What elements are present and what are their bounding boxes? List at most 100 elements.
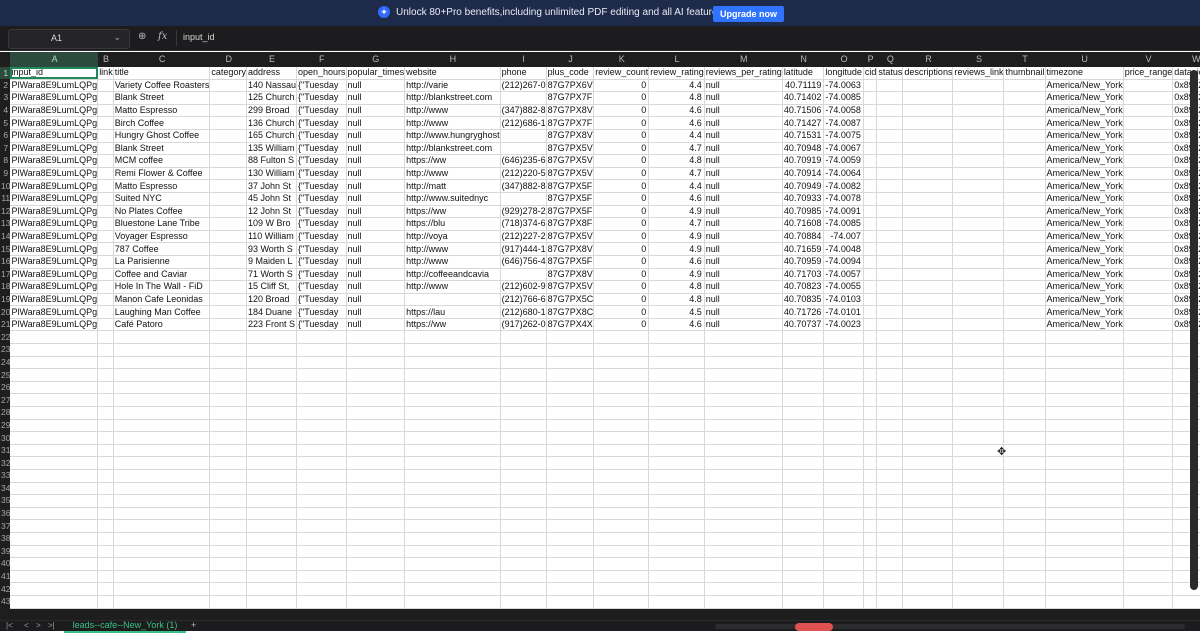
cell[interactable]: [952, 330, 1005, 345]
cell[interactable]: [823, 406, 864, 420]
cell[interactable]: [1003, 557, 1046, 571]
cell[interactable]: [593, 494, 650, 508]
row-header[interactable]: 42: [0, 582, 11, 596]
cell[interactable]: https://ww: [404, 318, 501, 332]
cell[interactable]: [246, 570, 298, 584]
cell[interactable]: [863, 444, 878, 458]
cell[interactable]: 40.70823: [782, 280, 825, 294]
cell[interactable]: [1045, 595, 1124, 609]
cell[interactable]: [97, 419, 114, 433]
cell[interactable]: [876, 104, 904, 118]
cell[interactable]: [823, 368, 864, 382]
cell[interactable]: [246, 393, 298, 408]
column-header[interactable]: R: [902, 52, 953, 67]
cell[interactable]: http://varie: [404, 79, 501, 93]
cell[interactable]: [902, 507, 954, 521]
cell[interactable]: [97, 116, 114, 130]
cell[interactable]: [593, 545, 650, 559]
cell[interactable]: [1003, 343, 1046, 357]
cell[interactable]: [296, 368, 347, 382]
cell[interactable]: [593, 469, 650, 483]
cell[interactable]: [246, 557, 298, 571]
cell[interactable]: [876, 456, 904, 470]
cell[interactable]: [404, 293, 501, 307]
cell[interactable]: [782, 330, 825, 345]
cell[interactable]: 45 John St: [246, 192, 298, 206]
column-header[interactable]: T: [1003, 52, 1046, 67]
cell[interactable]: [113, 507, 211, 521]
cell[interactable]: [648, 406, 705, 420]
cell[interactable]: null: [704, 129, 783, 143]
cell[interactable]: [952, 545, 1005, 559]
cell[interactable]: http://matt: [404, 179, 501, 193]
cell[interactable]: null: [346, 116, 406, 130]
cell[interactable]: review_count: [593, 67, 650, 80]
cell[interactable]: [863, 368, 878, 382]
cell[interactable]: [1003, 507, 1046, 521]
cell[interactable]: [1045, 532, 1124, 546]
cell[interactable]: [546, 482, 595, 496]
cell[interactable]: [209, 167, 247, 181]
cell[interactable]: [546, 419, 595, 433]
cell[interactable]: [1123, 444, 1174, 458]
cell[interactable]: America/New_York: [1045, 104, 1124, 118]
cell[interactable]: [902, 356, 954, 370]
cell[interactable]: [1003, 167, 1046, 181]
cell[interactable]: [113, 444, 211, 458]
cell[interactable]: [1045, 393, 1124, 408]
column-header[interactable]: D: [209, 52, 247, 67]
cell[interactable]: [97, 519, 114, 533]
cell[interactable]: [1123, 330, 1174, 345]
cell[interactable]: [246, 494, 298, 508]
cell[interactable]: [823, 343, 864, 357]
cell[interactable]: [346, 444, 406, 458]
cell[interactable]: [782, 570, 825, 584]
cell[interactable]: 0: [593, 154, 650, 168]
cell[interactable]: [296, 482, 347, 496]
cell[interactable]: http://www: [404, 255, 501, 269]
cell[interactable]: [876, 343, 904, 357]
cell[interactable]: [1123, 545, 1174, 559]
cell[interactable]: [876, 419, 904, 433]
cell[interactable]: null: [704, 179, 783, 193]
column-header[interactable]: P: [863, 52, 877, 67]
cell[interactable]: [113, 582, 211, 596]
cell[interactable]: [782, 545, 825, 559]
cell[interactable]: [952, 154, 1005, 168]
cell[interactable]: [1003, 79, 1046, 93]
cell[interactable]: [823, 570, 864, 584]
cell[interactable]: 787 Coffee: [113, 242, 211, 256]
cell[interactable]: 12 John St: [246, 205, 298, 219]
cell[interactable]: [648, 368, 705, 382]
cell[interactable]: 87G7PX5V: [546, 154, 595, 168]
cell[interactable]: 4.8: [648, 91, 705, 105]
cell[interactable]: [876, 142, 904, 156]
cell[interactable]: [823, 532, 864, 546]
cell[interactable]: [97, 368, 114, 382]
cell[interactable]: [546, 381, 595, 395]
cell[interactable]: null: [346, 154, 406, 168]
cell[interactable]: [1003, 494, 1046, 508]
cell[interactable]: [500, 519, 547, 533]
cell[interactable]: (646)756-4: [500, 255, 547, 269]
cell[interactable]: [902, 557, 954, 571]
cell[interactable]: [296, 406, 347, 420]
cell[interactable]: America/New_York: [1045, 79, 1124, 93]
cell[interactable]: Matto Espresso: [113, 104, 211, 118]
column-header[interactable]: I: [500, 52, 547, 67]
cell[interactable]: [209, 192, 247, 206]
cell[interactable]: [704, 507, 783, 521]
cell[interactable]: [952, 255, 1005, 269]
cell[interactable]: [1123, 570, 1174, 584]
cell[interactable]: 87G7PX5F: [546, 205, 595, 219]
cell[interactable]: 88 Fulton S: [246, 154, 298, 168]
cell[interactable]: [500, 142, 547, 156]
cell[interactable]: [704, 469, 783, 483]
cell[interactable]: [902, 582, 954, 596]
cell[interactable]: [500, 129, 547, 143]
cell[interactable]: [863, 280, 878, 294]
cell[interactable]: 4.4: [648, 79, 705, 93]
cell[interactable]: [113, 343, 211, 357]
cell[interactable]: null: [704, 205, 783, 219]
cell[interactable]: [1123, 242, 1174, 256]
